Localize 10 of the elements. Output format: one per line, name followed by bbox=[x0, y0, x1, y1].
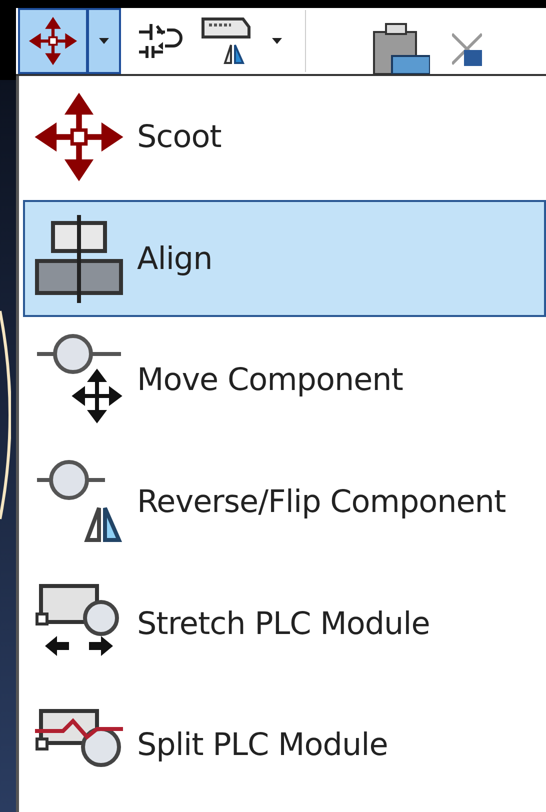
menu-item[interactable]: Move Component bbox=[23, 321, 546, 440]
menu-item[interactable]: Stretch PLC Module bbox=[23, 564, 546, 682]
align-icon bbox=[33, 212, 125, 304]
caret-icon[interactable] bbox=[271, 37, 283, 45]
menu-item[interactable]: Reverse/Flip Component bbox=[23, 443, 546, 561]
menu-item[interactable]: Scoot bbox=[23, 78, 546, 196]
menu-item[interactable]: Split PLC Module bbox=[23, 686, 546, 804]
move-split-button[interactable] bbox=[18, 8, 121, 74]
menu-item[interactable]: Align bbox=[23, 200, 546, 318]
move-arrows-icon bbox=[33, 90, 125, 183]
